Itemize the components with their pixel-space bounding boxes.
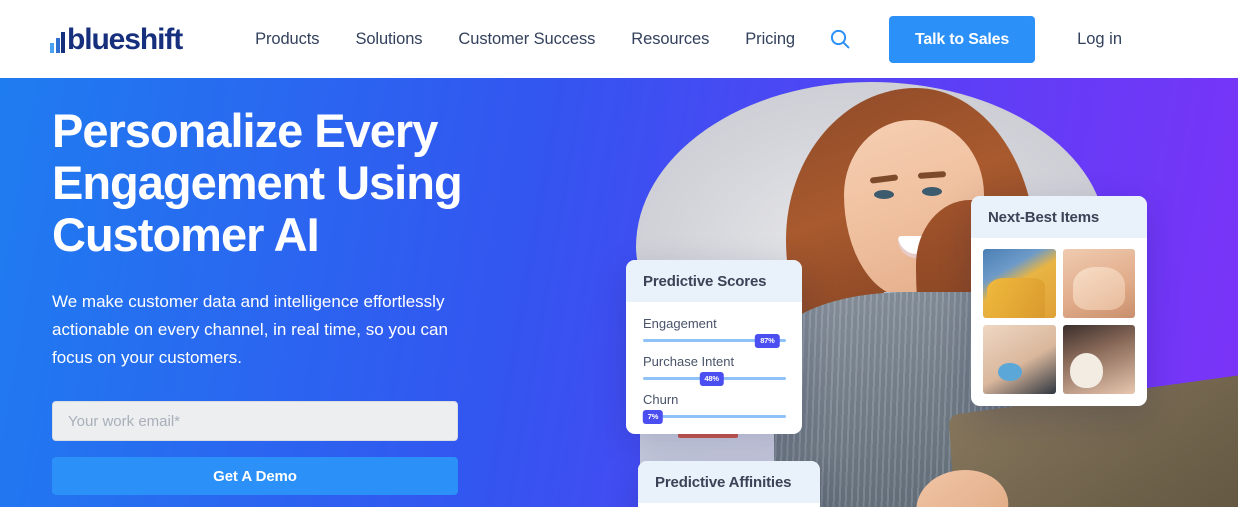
- top-navigation-bar: blueshift Products Solutions Customer Su…: [0, 0, 1238, 78]
- predictive-scores-title: Predictive Scores: [626, 260, 802, 302]
- predictive-affinities-title: Predictive Affinities: [638, 461, 820, 503]
- item-thumbnail[interactable]: [1062, 249, 1135, 318]
- next-best-items-card: Next-Best Items: [971, 196, 1147, 406]
- item-thumbnail-grid: [983, 249, 1135, 394]
- score-label: Churn: [643, 392, 679, 407]
- score-value-badge: 87%: [755, 333, 780, 348]
- score-row-purchase-intent: Purchase Intent 48%: [643, 354, 786, 386]
- score-label: Engagement: [643, 316, 717, 331]
- score-slider-track[interactable]: 7%: [642, 409, 786, 424]
- item-thumbnail[interactable]: [983, 249, 1056, 318]
- page-title: Personalize Every Engagement Using Custo…: [52, 104, 463, 262]
- score-row-churn: Churn 7%: [642, 392, 786, 424]
- nav-links: Products Solutions Customer Success Reso…: [255, 30, 795, 49]
- item-thumbnail[interactable]: [1062, 325, 1135, 394]
- hero-copy: Personalize Every Engagement Using Custo…: [52, 104, 522, 496]
- score-label: Purchase Intent: [643, 354, 735, 369]
- predictive-scores-card: Predictive Scores Engagement 87% Purchas…: [626, 260, 802, 434]
- nav-item-customer-success[interactable]: Customer Success: [458, 30, 595, 49]
- predictive-affinities-card: Predictive Affinities Hour:10PM Item Cat…: [638, 461, 820, 507]
- predictive-affinities-body: Hour:10PM Item Category: Women » Accesso…: [638, 503, 820, 507]
- score-value-badge: 7%: [642, 409, 664, 424]
- score-row-engagement: Engagement 87%: [643, 316, 786, 348]
- hero-section: Personalize Every Engagement Using Custo…: [0, 78, 1238, 507]
- item-thumbnail[interactable]: [983, 325, 1056, 394]
- predictive-scores-body: Engagement 87% Purchase Intent 48% Churn…: [626, 302, 802, 434]
- brand-logo-text: blueshift: [67, 23, 183, 56]
- next-best-items-title: Next-Best Items: [971, 196, 1147, 238]
- brand-logo[interactable]: blueshift: [50, 22, 183, 56]
- search-icon[interactable]: [827, 26, 853, 52]
- talk-to-sales-button[interactable]: Talk to Sales: [889, 15, 1036, 63]
- nav-item-products[interactable]: Products: [255, 30, 319, 49]
- hero-subtitle: We make customer data and intelligence e…: [52, 292, 448, 367]
- login-link[interactable]: Log in: [1077, 30, 1122, 49]
- nav-item-solutions[interactable]: Solutions: [355, 30, 422, 49]
- score-slider-track[interactable]: 48%: [643, 371, 786, 386]
- nav-item-pricing[interactable]: Pricing: [745, 30, 795, 49]
- score-slider-track[interactable]: 87%: [643, 333, 786, 348]
- demo-signup-form: Get A Demo: [52, 401, 458, 496]
- next-best-items-body: [971, 238, 1147, 406]
- bar-chart-logo-icon: [50, 32, 65, 53]
- score-value-badge: 48%: [699, 371, 724, 386]
- get-a-demo-button[interactable]: Get A Demo: [52, 457, 458, 496]
- nav-item-resources[interactable]: Resources: [631, 30, 709, 49]
- work-email-input[interactable]: [52, 401, 458, 442]
